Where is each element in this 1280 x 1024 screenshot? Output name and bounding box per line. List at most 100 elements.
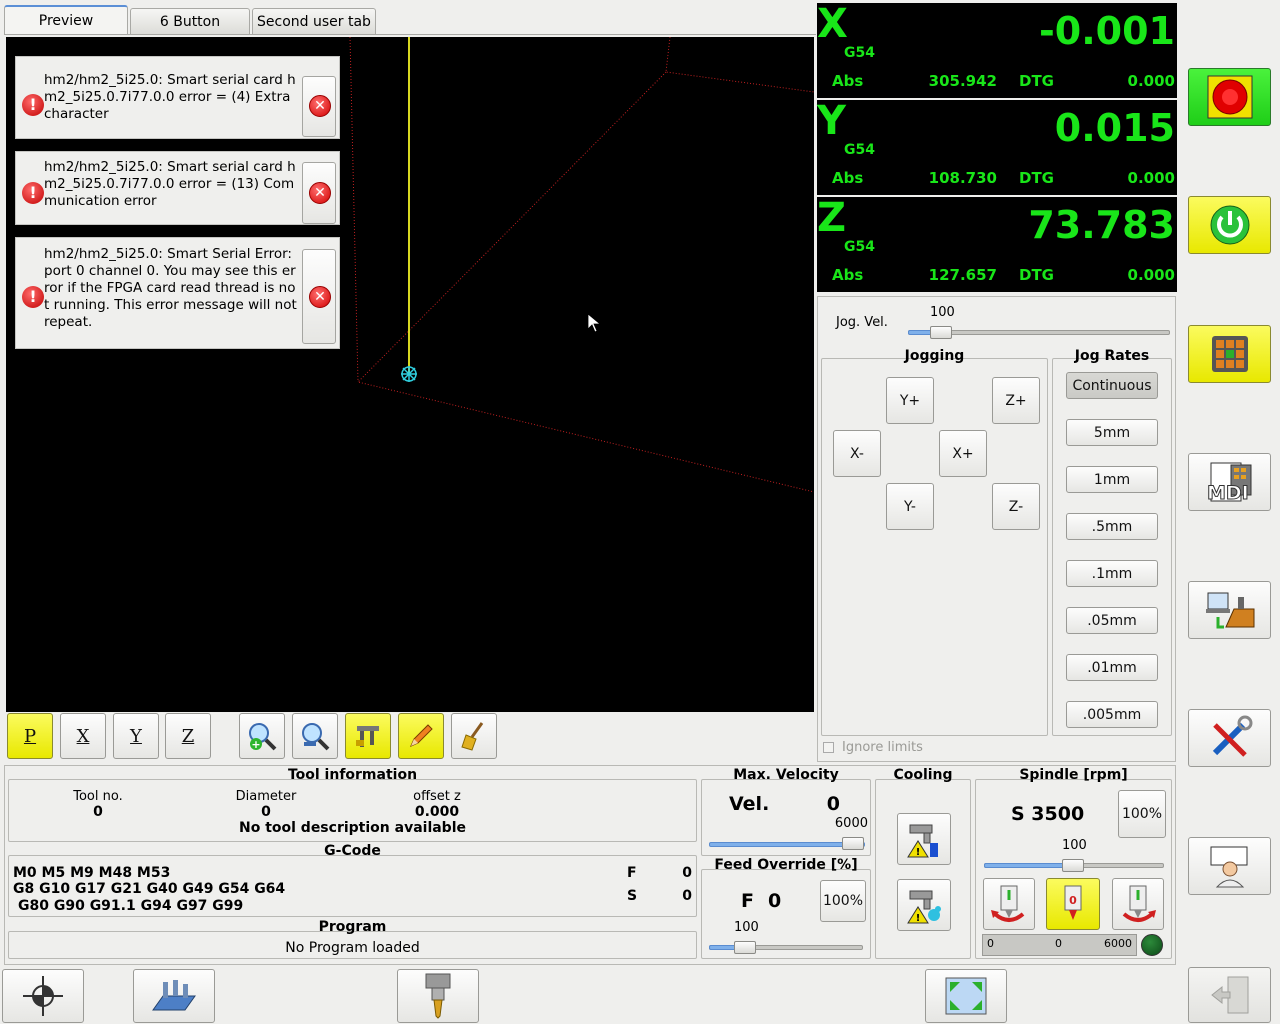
feed-override-slider[interactable] [734, 941, 756, 954]
feed-override-title: Feed Override [%] [714, 857, 858, 873]
close-notification-button[interactable]: ✕ [302, 249, 336, 344]
button-label: 100% [822, 893, 864, 909]
jog-rate-0-5mm-button[interactable]: .5mm [1066, 513, 1158, 540]
feed-override-slider-value: 100 [734, 920, 759, 935]
gcode-title: G-Code [324, 843, 381, 859]
jog-rate-0-005mm-button[interactable]: .005mm [1066, 701, 1158, 728]
tool-change-button[interactable] [397, 969, 479, 1023]
view-z-button[interactable]: Z [165, 713, 211, 759]
view-y-button[interactable]: Y [113, 713, 159, 759]
mist-coolant-button[interactable]: ! [897, 879, 951, 931]
jog-x-plus-button[interactable]: X+ [939, 430, 987, 477]
spindle-cw-button[interactable] [1112, 878, 1164, 930]
jog-x-minus-button[interactable]: X- [833, 430, 881, 477]
button-label: .005mm [1082, 706, 1142, 723]
dro-abs-value: 127.657 [928, 266, 997, 284]
spindle-title: Spindle [rpm] [1019, 767, 1128, 783]
touch-off-button[interactable] [133, 969, 215, 1023]
dro-value: 73.783 [1028, 203, 1175, 247]
view-p-button[interactable]: P [7, 713, 53, 759]
user-tabs-button[interactable] [1188, 837, 1271, 895]
spindle-override-slider[interactable] [1062, 859, 1084, 872]
dro-abs-value: 305.942 [928, 72, 997, 90]
flood-coolant-button[interactable]: ! [897, 813, 951, 865]
spindle-speed: S 3500 [1011, 803, 1085, 825]
error-icon: ! [22, 286, 44, 308]
jog-rate-0-1mm-button[interactable]: .1mm [1066, 560, 1158, 587]
view-z-icon: Z [181, 725, 195, 747]
spindle-stop-button[interactable]: 0 [1046, 878, 1100, 930]
jog-rates-title: Jog Rates [1074, 348, 1150, 364]
spindle-cw-icon [1122, 885, 1156, 922]
offset-z-value: 0.000 [414, 804, 460, 820]
jog-rate-1mm-button[interactable]: 1mm [1066, 466, 1158, 493]
tab-label: Preview [38, 13, 94, 29]
close-icon: ✕ [309, 95, 331, 117]
jog-rate-0-05mm-button[interactable]: .05mm [1066, 607, 1158, 634]
reference-axes-icon [23, 976, 63, 1016]
notification: ! hm2/hm2_5i25.0: Smart Serial Error: po… [15, 237, 340, 349]
view-y-icon: Y [130, 725, 142, 747]
close-notification-button[interactable]: ✕ [302, 76, 336, 137]
zoom-in-button[interactable]: + [239, 713, 285, 759]
max-velocity-slider[interactable] [842, 837, 864, 850]
fullscreen-button[interactable] [925, 969, 1007, 1023]
offset-z-label: offset z [413, 789, 461, 804]
tab-6-button[interactable]: 6 Button [130, 8, 250, 34]
view-p-icon: P [23, 725, 37, 747]
draw-path-button[interactable] [398, 713, 444, 759]
feed-override-value: 0 [768, 890, 782, 912]
spindle-bar-min: 0 [987, 937, 994, 950]
mdi-label: MDI [1207, 482, 1250, 505]
limit-box-line [349, 37, 359, 383]
svg-text:+: + [251, 738, 260, 751]
mdi-mode-button[interactable]: MDI [1188, 453, 1271, 511]
spindle-override-fill [984, 863, 1074, 868]
jog-z-plus-button[interactable]: Z+ [992, 377, 1040, 424]
dro-dtg-label: DTG [1019, 169, 1054, 187]
gcode-active-m-codes: M0 M5 M9 M48 M53 [13, 865, 171, 881]
feed-override-reset-button[interactable]: 100% [820, 880, 866, 922]
jog-rate-0-01mm-button[interactable]: .01mm [1066, 654, 1158, 681]
manual-mode-button[interactable] [1188, 325, 1271, 383]
auto-mode-button[interactable] [1188, 581, 1271, 639]
settings-button[interactable] [1188, 709, 1271, 767]
tab-label: 6 Button [159, 13, 221, 30]
tool-description: No tool description available [238, 820, 466, 836]
cooling-title: Cooling [893, 767, 953, 783]
svg-text:!: ! [916, 847, 921, 858]
ignore-limits-checkbox[interactable] [823, 742, 834, 753]
feed-override-label: F [741, 890, 754, 912]
jog-z-minus-button[interactable]: Z- [992, 483, 1040, 530]
measure-button[interactable] [345, 713, 391, 759]
zoom-out-button[interactable] [292, 713, 338, 759]
diameter-label: Diameter [235, 789, 297, 804]
view-x-button[interactable]: X [60, 713, 106, 759]
exit-button[interactable] [1188, 967, 1271, 1023]
jog-rate-continuous-button[interactable]: Continuous [1066, 372, 1158, 399]
estop-button[interactable] [1188, 68, 1271, 126]
jog-y-minus-button[interactable]: Y- [886, 483, 934, 530]
tab-second-user[interactable]: Second user tab [252, 8, 376, 34]
spindle-override-reset-button[interactable]: 100% [1118, 790, 1166, 838]
diameter-value: 0 [261, 804, 271, 820]
spindle-ccw-button[interactable] [983, 878, 1035, 930]
tab-label: Second user tab [257, 13, 371, 30]
close-notification-button[interactable]: ✕ [302, 162, 336, 224]
jog-velocity-slider[interactable] [930, 326, 952, 339]
user-icon [1210, 846, 1247, 888]
ref-all-button[interactable] [2, 969, 84, 1023]
close-icon: ✕ [309, 286, 331, 308]
clear-plot-button[interactable] [451, 713, 497, 759]
button-label: Continuous [1072, 377, 1152, 394]
machine-power-button[interactable] [1188, 196, 1271, 254]
dro-value: 0.015 [1054, 106, 1175, 150]
jog-rate-5mm-button[interactable]: 5mm [1066, 419, 1158, 446]
gcode-active-g-codes: G8 G10 G17 G21 G40 G49 G54 G64 [13, 881, 286, 897]
jog-velocity-label: Jog. Vel. [836, 315, 888, 330]
jog-y-plus-button[interactable]: Y+ [886, 377, 934, 424]
tab-preview[interactable]: Preview [4, 5, 128, 35]
caliper-icon [356, 726, 379, 747]
button-label: Z- [1008, 498, 1024, 515]
tab-divider [4, 34, 816, 35]
